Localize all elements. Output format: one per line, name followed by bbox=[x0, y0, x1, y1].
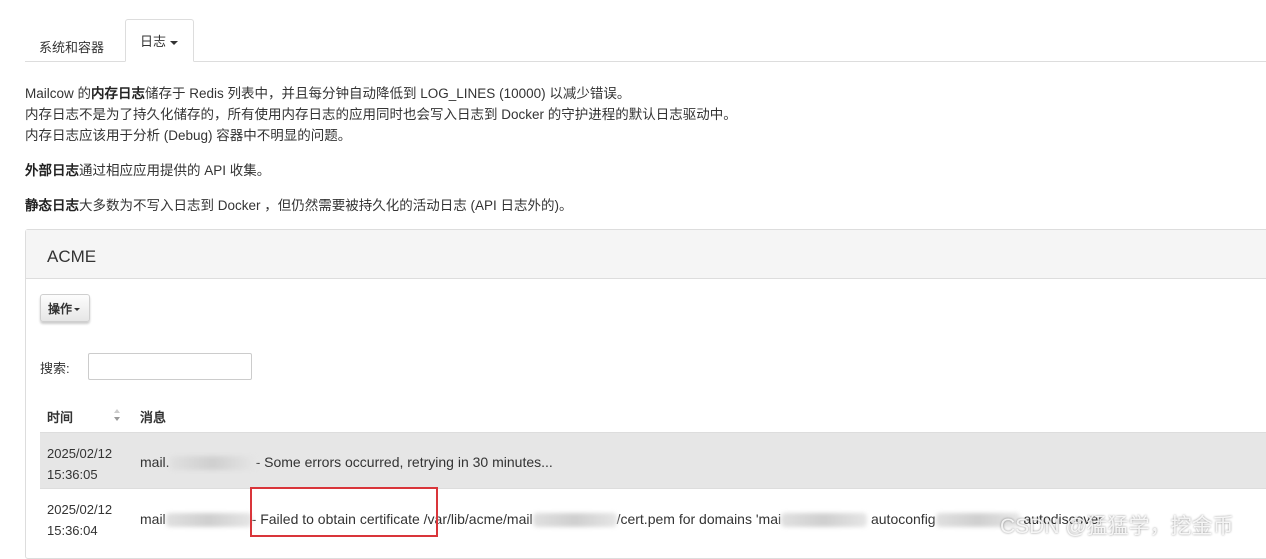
table-row: 2025/02/12 15:36:05 mail. - Some errors o… bbox=[40, 432, 1266, 488]
intro-bold-memory-logs: 内存日志 bbox=[91, 86, 146, 101]
tab-logs-label: 日志 bbox=[140, 34, 167, 49]
intro-text: 储存于 Redis 列表中，并且每分钟自动降低到 LOG_LINES (1000… bbox=[145, 86, 631, 101]
tab-bar: 系统和容器 日志 bbox=[25, 19, 1266, 62]
redacted-domain bbox=[169, 456, 256, 471]
sort-icon[interactable] bbox=[113, 408, 121, 422]
intro-line-1: Mailcow 的内存日志储存于 Redis 列表中，并且每分钟自动降低到 LO… bbox=[25, 83, 630, 104]
tab-system-containers[interactable]: 系统和容器 bbox=[25, 26, 118, 61]
intro-line-2: 内存日志不是为了持久化储存的，所有使用内存日志的应用同时也会写入日志到 Dock… bbox=[25, 107, 737, 122]
intro-bold-static-logs: 静态日志 bbox=[25, 198, 79, 213]
row-date: 2025/02/12 bbox=[47, 446, 113, 461]
column-header-time[interactable]: 时间 bbox=[47, 407, 73, 426]
caret-down-icon bbox=[170, 40, 179, 45]
row-date: 2025/02/12 bbox=[47, 502, 113, 517]
message-error-text: - Failed to obtain certificate bbox=[251, 511, 420, 527]
row-timestamp: 2025/02/12 15:36:05 bbox=[47, 443, 112, 485]
message-domain-prefix: mail. bbox=[140, 454, 170, 470]
message-path: /cert.pem for domains 'mai bbox=[616, 511, 782, 527]
caret-down-icon bbox=[74, 308, 81, 312]
search-input[interactable] bbox=[88, 353, 252, 380]
search-label: 搜索: bbox=[40, 361, 70, 376]
actions-label: 操作 bbox=[48, 302, 73, 316]
row-timestamp: 2025/02/12 15:36:04 bbox=[47, 499, 112, 541]
row-time: 15:36:05 bbox=[47, 467, 98, 482]
column-header-message: 消息 bbox=[140, 410, 167, 425]
intro-line-external: 外部日志通过相应应用提供的 API 收集。 bbox=[25, 160, 270, 181]
intro-line-static: 静态日志大多数为不写入日志到 Docker ，但仍然需要被持久化的活动日志 (A… bbox=[25, 195, 573, 216]
message-text: - Some errors occurred, retrying in 30 m… bbox=[255, 454, 553, 470]
row-time: 15:36:04 bbox=[47, 523, 98, 538]
redacted-domain bbox=[781, 513, 868, 528]
message-autoconfig: autoconfig bbox=[870, 511, 936, 527]
tab-logs[interactable]: 日志 bbox=[125, 19, 194, 62]
message-domain-prefix: mail bbox=[140, 511, 166, 527]
intro-line-3: 内存日志应该用于分析 (Debug) 容器中不明显的问题。 bbox=[25, 128, 352, 143]
intro-text: Mailcow 的 bbox=[25, 86, 92, 101]
intro-text: 通过相应应用提供的 API 收集。 bbox=[79, 163, 271, 178]
intro-text: 大多数为不写入日志到 Docker ，但仍然需要被持久化的活动日志 (API 日… bbox=[79, 198, 573, 213]
intro-bold-external-logs: 外部日志 bbox=[25, 163, 79, 178]
redacted-domain bbox=[532, 513, 617, 528]
message-path: /var/lib/acme/mail bbox=[423, 511, 533, 527]
actions-dropdown-button[interactable]: 操作 bbox=[40, 294, 90, 322]
row-message: mail - Failed to obtain certificate /var/… bbox=[140, 511, 1103, 528]
watermark: CSDN @猛猛学，挖金币 bbox=[1000, 515, 1234, 538]
redacted-domain bbox=[165, 513, 252, 528]
panel-title: ACME bbox=[26, 230, 1266, 279]
row-message: mail. - Some errors occurred, retrying in… bbox=[140, 454, 553, 471]
